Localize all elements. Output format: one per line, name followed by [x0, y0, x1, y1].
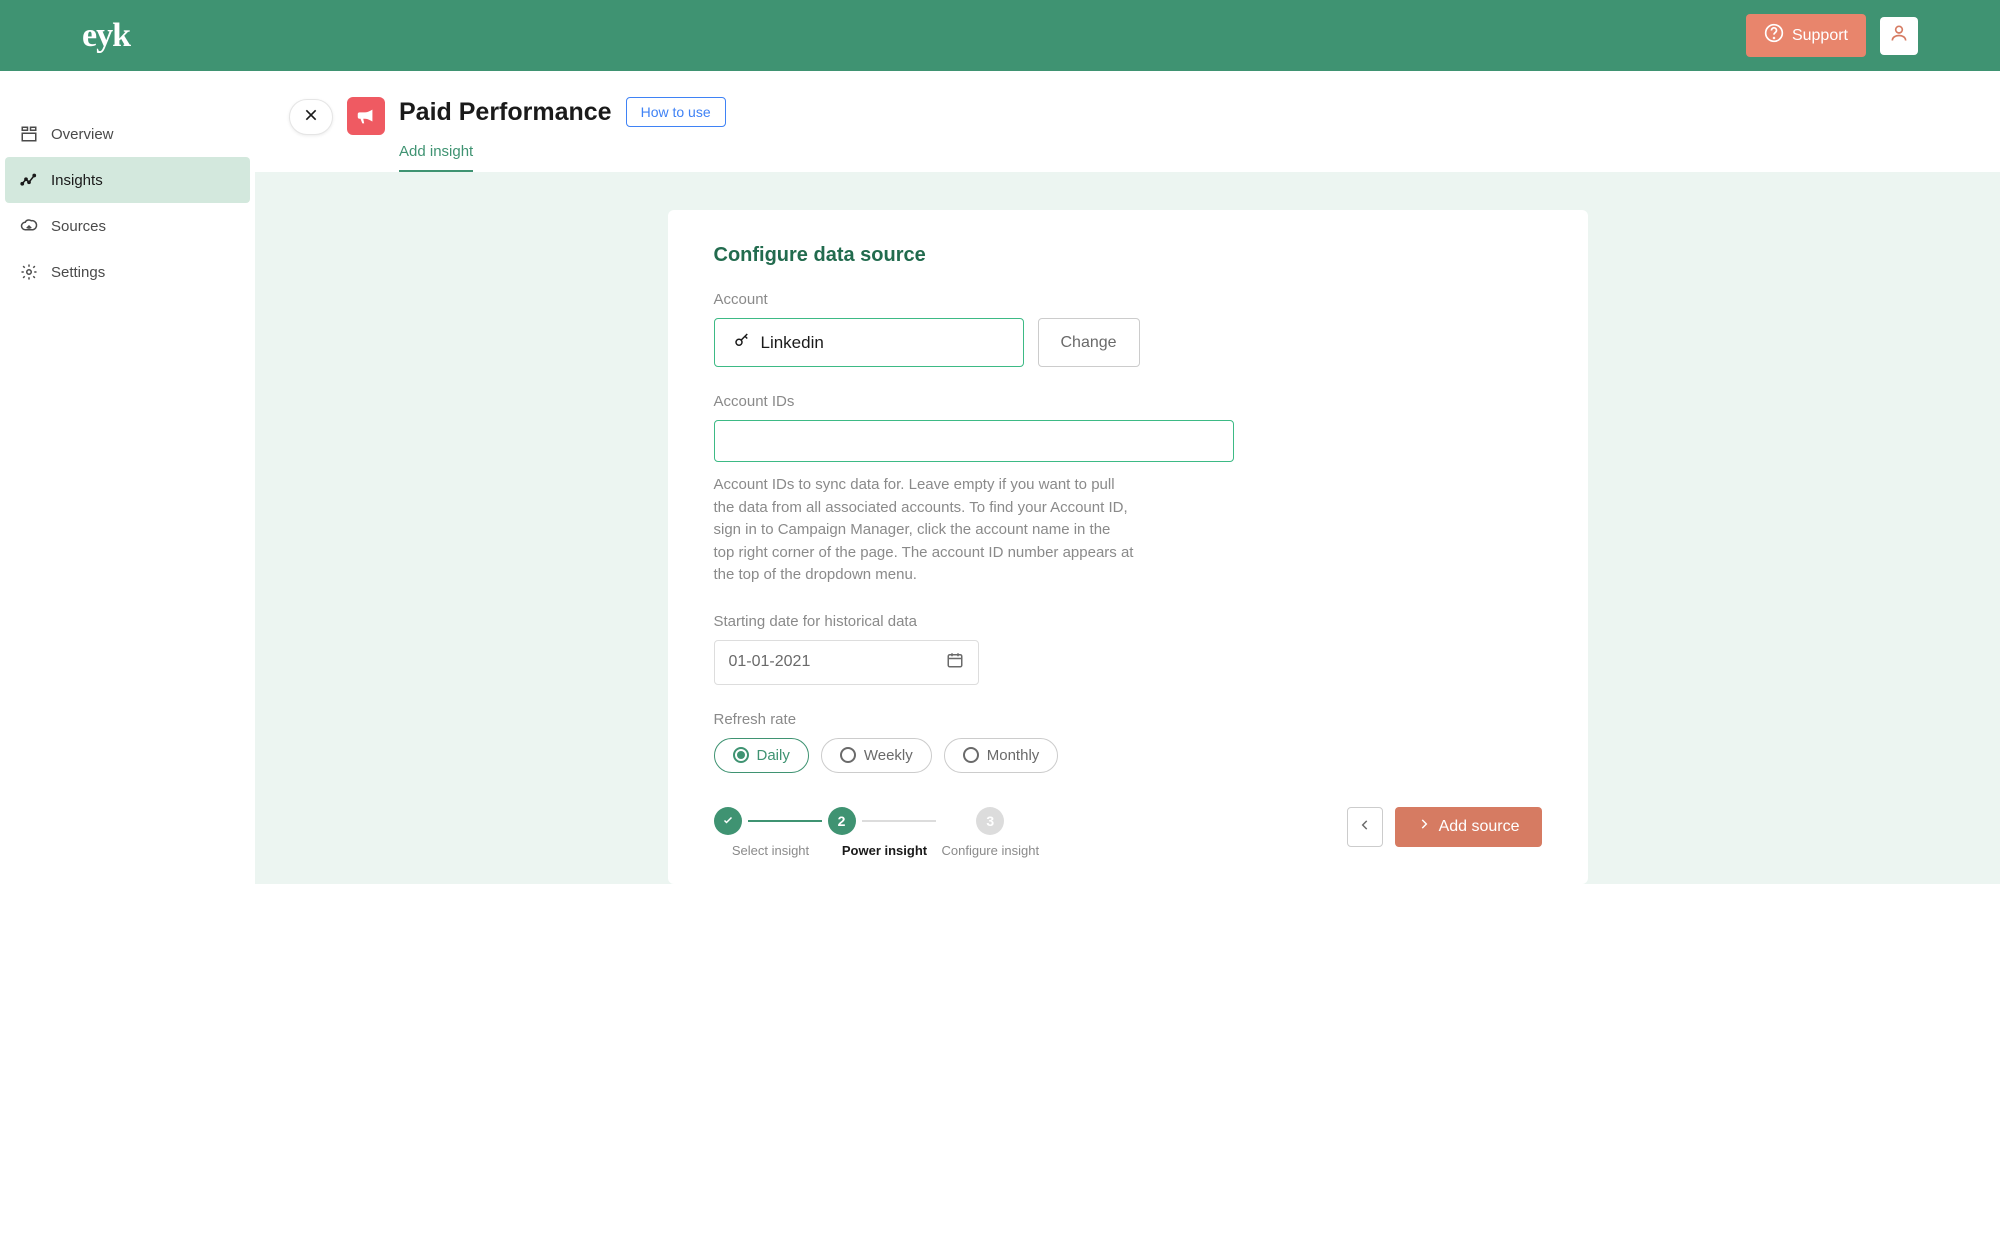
step-line-1: [748, 820, 822, 822]
account-selector[interactable]: Linkedin: [714, 318, 1024, 367]
support-label: Support: [1792, 27, 1848, 45]
gear-icon: [19, 262, 39, 282]
step-3-label: Configure insight: [942, 843, 1040, 858]
sidebar-item-insights[interactable]: Insights: [5, 157, 250, 203]
radio-icon: [963, 747, 979, 763]
page-title: Paid Performance: [399, 98, 612, 127]
radio-label: Weekly: [864, 747, 913, 764]
content-header: Paid Performance How to use Add insight: [255, 71, 2000, 172]
section-title: Configure data source: [714, 244, 1542, 267]
back-button[interactable]: [1347, 807, 1383, 847]
step-2-label: Power insight: [842, 843, 927, 858]
sidebar-item-overview[interactable]: Overview: [5, 111, 250, 157]
sidebar: Overview Insights Sources Settings: [0, 71, 255, 884]
support-button[interactable]: Support: [1746, 14, 1866, 57]
radio-label: Daily: [757, 747, 790, 764]
change-account-button[interactable]: Change: [1038, 318, 1140, 367]
panel-footer: Select insight 2 Power insight 3 Conf: [714, 807, 1542, 858]
user-icon: [1889, 23, 1909, 48]
refresh-option-daily[interactable]: Daily: [714, 738, 809, 773]
sidebar-item-label: Sources: [51, 218, 106, 235]
sources-icon: [19, 216, 39, 236]
close-icon: [303, 107, 319, 128]
tabs: Add insight: [399, 143, 2000, 172]
refresh-label: Refresh rate: [714, 711, 1542, 728]
sidebar-item-label: Settings: [51, 264, 105, 281]
step-line-2: [862, 820, 936, 822]
radio-icon: [733, 747, 749, 763]
step-1-label: Select insight: [732, 843, 809, 858]
add-source-label: Add source: [1439, 818, 1520, 836]
account-ids-help: Account IDs to sync data for. Leave empt…: [714, 474, 1134, 587]
account-label: Account: [714, 291, 1542, 308]
how-to-use-button[interactable]: How to use: [626, 97, 726, 127]
megaphone-icon: [347, 97, 385, 135]
logo: eyk: [82, 17, 130, 55]
step-3-circle: 3: [976, 807, 1004, 835]
chevron-left-icon: [1358, 818, 1372, 835]
account-ids-input[interactable]: [714, 420, 1234, 462]
calendar-icon: [946, 651, 964, 674]
chevron-right-icon: [1417, 817, 1431, 836]
radio-label: Monthly: [987, 747, 1040, 764]
account-value: Linkedin: [761, 333, 824, 353]
step-1-circle: [714, 807, 742, 835]
user-menu-button[interactable]: [1880, 17, 1918, 55]
start-date-label: Starting date for historical data: [714, 613, 1542, 630]
sidebar-item-label: Overview: [51, 126, 114, 143]
sidebar-item-settings[interactable]: Settings: [5, 249, 250, 295]
account-ids-label: Account IDs: [714, 393, 1542, 410]
content-area: Paid Performance How to use Add insight …: [255, 71, 2000, 884]
check-icon: [722, 813, 734, 829]
refresh-option-monthly[interactable]: Monthly: [944, 738, 1059, 773]
add-source-button[interactable]: Add source: [1395, 807, 1542, 847]
help-icon: [1764, 23, 1784, 48]
step-2-circle: 2: [828, 807, 856, 835]
key-icon: [733, 331, 751, 354]
radio-icon: [840, 747, 856, 763]
start-date-input[interactable]: 01-01-2021: [714, 640, 979, 685]
stepper: Select insight 2 Power insight 3 Conf: [714, 807, 1040, 858]
refresh-option-weekly[interactable]: Weekly: [821, 738, 932, 773]
close-button[interactable]: [289, 99, 333, 135]
title-group: Paid Performance How to use Add insight: [399, 97, 2000, 172]
header-actions: Support: [1746, 14, 1918, 57]
tab-add-insight[interactable]: Add insight: [399, 143, 473, 172]
config-panel: Configure data source Account Linkedin C…: [668, 210, 1588, 884]
insights-icon: [19, 170, 39, 190]
app-header: eyk Support: [0, 0, 2000, 71]
start-date-value: 01-01-2021: [729, 653, 811, 671]
overview-icon: [19, 124, 39, 144]
refresh-options: Daily Weekly Monthly: [714, 738, 1542, 773]
sidebar-item-label: Insights: [51, 172, 103, 189]
sidebar-item-sources[interactable]: Sources: [5, 203, 250, 249]
